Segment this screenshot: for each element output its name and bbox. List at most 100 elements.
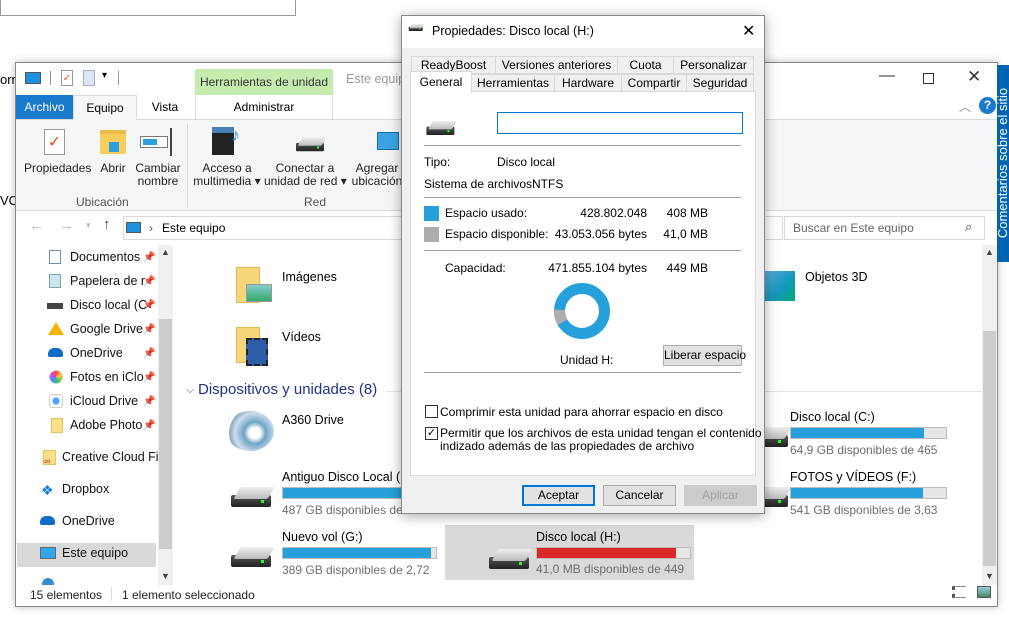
drive-name: Antiguo Disco Local (D: [282, 470, 410, 484]
documents-icon: [49, 250, 61, 264]
tab-archivo[interactable]: Archivo: [16, 95, 73, 119]
tab-hardware[interactable]: Hardware: [554, 74, 622, 92]
content-scrollbar-thumb[interactable]: [983, 331, 996, 566]
drive-usage-bar: [282, 547, 437, 559]
drive-label-input[interactable]: [497, 112, 743, 134]
nav-scrollbar-thumb[interactable]: [159, 319, 172, 549]
index-checkbox[interactable]: ✓: [425, 427, 438, 440]
drive-usage-fill: [791, 428, 925, 438]
drive-free-space: 41,0 MB disponibles de 449: [536, 562, 685, 576]
nav-item-onedrive-personal[interactable]: OneDrive: [62, 514, 115, 528]
open-button[interactable]: Abrir: [98, 120, 128, 192]
open-folder-icon: [100, 130, 126, 154]
tab-administrar[interactable]: Administrar: [195, 95, 333, 119]
tab-compartir[interactable]: Compartir: [621, 74, 687, 92]
tab-cuota[interactable]: Cuota: [617, 56, 674, 74]
properties-dialog: Propiedades: Disco local (H:) ✕ ReadyBoo…: [401, 15, 765, 514]
close-button[interactable]: ✕: [967, 67, 981, 87]
new-folder-icon[interactable]: [83, 70, 95, 86]
drive-usage-fill-critical: [537, 548, 677, 558]
drive-item-c[interactable]: Disco local (C:) 64,9 GB disponibles de …: [736, 407, 966, 463]
capacity-size: 449 MB: [666, 261, 708, 275]
section-header-devices[interactable]: Dispositivos y unidades (8): [198, 381, 377, 398]
forward-button[interactable]: →: [59, 217, 74, 234]
collapse-ribbon-icon[interactable]: ︿: [959, 98, 971, 115]
drive-item-a360[interactable]: A360 Drive: [226, 407, 426, 457]
tab-versiones-anteriores[interactable]: Versiones anteriores: [495, 56, 618, 74]
drive-item-h-selected[interactable]: Disco local (H:) 41,0 MB disponibles de …: [445, 525, 694, 580]
back-button[interactable]: ←: [29, 217, 44, 234]
add-network-location-button[interactable]: Agregar ubicación: [347, 120, 407, 192]
separator: [424, 372, 741, 373]
nav-item-dropbox[interactable]: Dropbox: [62, 482, 109, 496]
drive-name: FOTOS y VÍDEOS (F:): [790, 470, 917, 484]
nav-item-onedrive[interactable]: OneDrive: [70, 346, 123, 360]
minimize-button[interactable]: —: [879, 67, 895, 85]
dialog-close-button[interactable]: ✕: [742, 21, 755, 41]
dialog-title: Propiedades: Disco local (H:): [432, 24, 594, 38]
recent-locations-dropdown[interactable]: ▾: [86, 220, 91, 231]
drive-free-space: 487 GB disponibles de 1: [282, 503, 413, 517]
nav-item-creative-cloud[interactable]: Creative Cloud Fil: [62, 450, 161, 464]
scroll-down-icon[interactable]: ▼: [985, 571, 994, 581]
nav-item-fotos-icloud[interactable]: Fotos en iClo: [70, 370, 144, 384]
drive-usage-bar: [790, 487, 947, 499]
search-icon[interactable]: ⌕: [965, 219, 972, 235]
folder-item-objetos-3d[interactable]: Objetos 3D: [761, 263, 941, 307]
computer-icon[interactable]: [25, 72, 41, 84]
folder-item-imagenes[interactable]: Imágenes: [234, 263, 414, 307]
map-drive-line1: Conectar a: [275, 161, 335, 175]
context-tab-drive-tools: Herramientas de unidad: [195, 69, 333, 95]
onedrive-icon: [48, 348, 63, 357]
search-input[interactable]: Buscar en Este equipo ⌕: [784, 216, 985, 240]
compress-checkbox[interactable]: [425, 405, 438, 418]
rename-button[interactable]: Cambiar nombre: [134, 120, 182, 192]
nav-item-papelera[interactable]: Papelera de r: [70, 274, 145, 288]
folder-item-videos[interactable]: Vídeos: [234, 323, 414, 367]
tab-general[interactable]: General: [410, 71, 472, 93]
nav-item-adobe-photo[interactable]: Adobe Photo: [70, 418, 142, 432]
tab-herramientas[interactable]: Herramientas: [471, 74, 555, 92]
customize-toolbar-dropdown-icon[interactable]: ▾: [102, 70, 107, 81]
open-label: Abrir: [100, 161, 126, 175]
scroll-up-icon[interactable]: ▲: [985, 247, 994, 257]
map-network-drive-button[interactable]: Conectar a unidad de red ▾: [264, 120, 347, 192]
hard-drive-icon: [229, 547, 275, 569]
properties-icon[interactable]: ✓: [61, 70, 73, 86]
properties-button[interactable]: ✓ Propiedades: [24, 120, 92, 192]
tab-vista[interactable]: Vista: [140, 95, 190, 119]
large-icons-view-icon[interactable]: [977, 586, 991, 598]
apply-button-disabled[interactable]: Aplicar: [684, 485, 757, 506]
media-access-button[interactable]: ♪ Acceso a multimedia ▾: [192, 120, 262, 192]
pin-icon: 📌: [143, 372, 156, 383]
tab-seguridad[interactable]: Seguridad: [686, 74, 754, 92]
cancel-button[interactable]: Cancelar: [603, 485, 676, 506]
up-button[interactable]: ↑: [103, 216, 111, 233]
nav-item-icloud-drive[interactable]: iCloud Drive: [70, 394, 138, 408]
nav-item-este-equipo[interactable]: Este equipo: [62, 546, 128, 560]
feedback-banner[interactable]: Comentarios sobre el sitio: [997, 65, 1009, 262]
scroll-up-icon[interactable]: ▲: [161, 247, 170, 257]
drive-name: A360 Drive: [282, 413, 344, 427]
nav-item-google-drive[interactable]: Google Drive: [70, 322, 143, 336]
drive-usage-bar: [790, 427, 947, 439]
details-view-icon[interactable]: [952, 586, 966, 598]
scroll-down-icon[interactable]: ▼: [161, 571, 170, 581]
ok-button[interactable]: Aceptar: [522, 485, 595, 506]
help-icon[interactable]: ?: [979, 97, 996, 114]
disk-cleanup-button[interactable]: Liberar espacio: [663, 345, 746, 366]
drive-item-f[interactable]: FOTOS y VÍDEOS (F:) 541 GB disponibles d…: [736, 467, 966, 523]
properties-label: Propiedades: [24, 161, 92, 175]
nav-item-disco-local-c[interactable]: Disco local (C: [70, 298, 147, 312]
nav-item-documentos[interactable]: Documentos: [70, 250, 140, 264]
tab-personalizar[interactable]: Personalizar: [673, 56, 754, 74]
media-access-line1: Acceso a: [202, 161, 252, 175]
tab-equipo[interactable]: Equipo: [73, 95, 137, 120]
section-collapse-chevron-icon[interactable]: ⌵: [186, 384, 194, 397]
maximize-button[interactable]: [923, 73, 934, 84]
used-space-bytes: 428.802.048: [580, 206, 647, 220]
nav-scrollbar[interactable]: ▲ ▼: [158, 245, 173, 585]
music-note-icon: ♪: [231, 125, 240, 145]
drive-item-g[interactable]: Nuevo vol (G:) 389 GB disponibles de 2,7…: [226, 527, 456, 583]
content-scrollbar[interactable]: ▲ ▼: [982, 245, 997, 585]
